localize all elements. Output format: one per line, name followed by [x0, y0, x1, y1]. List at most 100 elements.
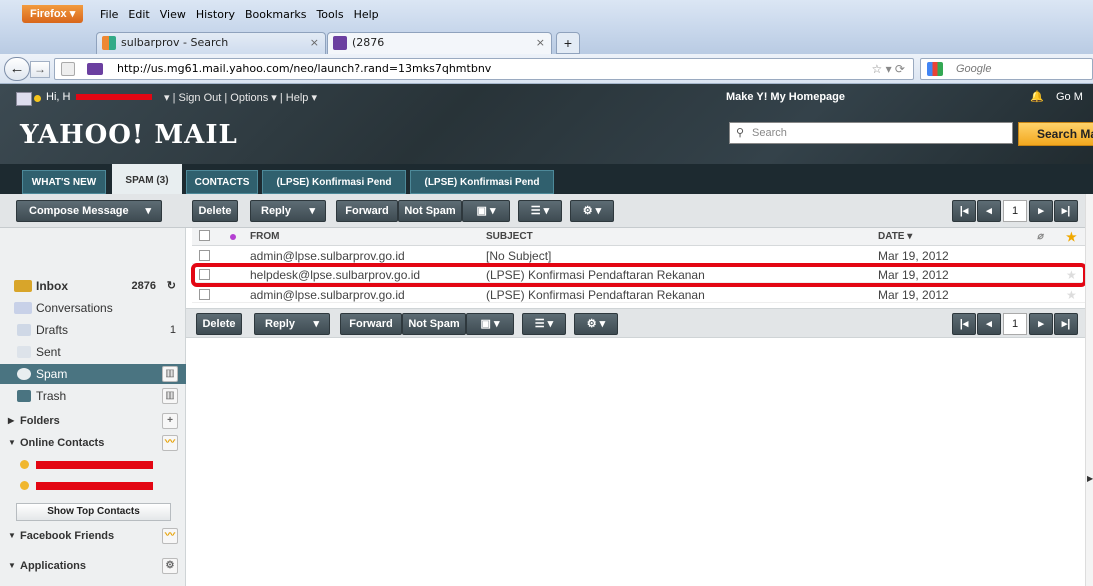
tab-close-icon[interactable]: ×: [310, 33, 319, 53]
move-folder-icon[interactable]: ▣ ▾: [462, 200, 510, 222]
add-folder-icon[interactable]: +: [162, 413, 178, 429]
last-page-icon[interactable]: ▸|: [1054, 200, 1078, 222]
settings-gear-icon[interactable]: ⚙ ▾: [570, 200, 614, 222]
next-page-icon[interactable]: ▸: [1029, 200, 1053, 222]
tab-close-icon[interactable]: ×: [536, 33, 545, 53]
forward-button-mail[interactable]: Forward: [336, 200, 398, 222]
list-item[interactable]: admin@lpse.sulbarprov.go.id (LPSE) Konfi…: [192, 287, 1085, 303]
tab-yahoo-mail[interactable]: (2876 ×: [327, 32, 552, 54]
menu-view[interactable]: View: [160, 8, 186, 21]
spam-shield-icon: [17, 368, 31, 380]
select-all-checkbox[interactable]: [199, 230, 210, 241]
sidebar-item-trash[interactable]: Trash ▥: [0, 386, 186, 406]
sidebar-item-conversations[interactable]: Conversations: [0, 298, 186, 318]
bookmark-star-icon[interactable]: ☆ ▾ ⟳: [871, 62, 905, 76]
not-spam-button-bottom[interactable]: Not Spam: [402, 313, 466, 335]
reply-button-bottom[interactable]: Reply ▾: [254, 313, 330, 335]
reply-button[interactable]: Reply ▾: [250, 200, 326, 222]
reply-dropdown-icon[interactable]: ▾: [313, 314, 319, 334]
tab-lpse-message-2[interactable]: (LPSE) Konfirmasi Pend: [410, 170, 554, 194]
first-page-icon[interactable]: |◂: [952, 313, 976, 335]
menu-file[interactable]: File: [100, 8, 118, 21]
tab-spam[interactable]: SPAM (3): [112, 164, 182, 194]
make-homepage-link[interactable]: Make Y! My Homepage: [726, 91, 845, 103]
new-tab-button[interactable]: +: [556, 32, 580, 54]
go-mail-link[interactable]: Go M: [1056, 91, 1083, 103]
firefox-menu-button[interactable]: Firefox ▾: [22, 5, 84, 23]
mail-search-input[interactable]: ⚲ Search: [729, 122, 1013, 144]
url-bar[interactable]: http://us.mg61.mail.yahoo.com/neo/launch…: [54, 58, 914, 80]
menu-edit[interactable]: Edit: [128, 8, 149, 21]
view-options-icon[interactable]: ☰ ▾: [518, 200, 562, 222]
prev-page-icon[interactable]: ◂: [977, 200, 1001, 222]
back-button[interactable]: ←: [4, 57, 30, 81]
page-number[interactable]: 1: [1003, 200, 1027, 222]
row-checkbox[interactable]: [199, 250, 210, 261]
sidebar-facebook-header[interactable]: ▼ Facebook Friends 〰: [0, 526, 186, 546]
tab-sulbarprov-search[interactable]: sulbarprov - Search ×: [96, 32, 326, 54]
browser-search-box[interactable]: Google: [920, 58, 1093, 80]
options-menu[interactable]: Options: [230, 92, 268, 104]
sidebar-item-spam[interactable]: Spam ▥: [0, 364, 186, 384]
from-column-header[interactable]: FROM: [250, 228, 279, 246]
help-menu[interactable]: Help: [286, 92, 309, 104]
search-mail-button[interactable]: Search Ma: [1018, 122, 1093, 146]
scroll-arrow-icon[interactable]: ▶: [1087, 474, 1093, 483]
show-top-contacts-button[interactable]: Show Top Contacts: [16, 503, 171, 521]
menu-history[interactable]: History: [196, 8, 235, 21]
url-text[interactable]: http://us.mg61.mail.yahoo.com/neo/launch…: [117, 62, 491, 75]
date-column-header[interactable]: DATE ▾: [878, 228, 912, 246]
delete-button[interactable]: Delete: [192, 200, 238, 222]
sidebar-applications-header[interactable]: ▼ Applications ⚙: [0, 556, 186, 576]
row-from: admin@lpse.sulbarprov.go.id: [250, 288, 405, 302]
subject-column-header[interactable]: SUBJECT: [486, 228, 533, 246]
refresh-icon[interactable]: ↻: [167, 276, 176, 296]
first-page-icon[interactable]: |◂: [952, 200, 976, 222]
star-icon[interactable]: ★: [1066, 287, 1077, 303]
settings-gear-icon[interactable]: ⚙ ▾: [574, 313, 618, 335]
tab-whats-new[interactable]: WHAT'S NEW: [22, 170, 106, 194]
sidebar-item-drafts[interactable]: Drafts 1: [0, 320, 186, 340]
reply-dropdown-icon[interactable]: ▾: [309, 201, 315, 221]
facebook-icon[interactable]: 〰: [162, 528, 178, 544]
delete-button-bottom[interactable]: Delete: [196, 313, 242, 335]
messenger-icon[interactable]: 〰: [162, 435, 178, 451]
next-page-icon[interactable]: ▸: [1029, 313, 1053, 335]
tab-lpse-message-1[interactable]: (LPSE) Konfirmasi Pend: [262, 170, 406, 194]
tab-contacts[interactable]: CONTACTS: [186, 170, 258, 194]
sidebar-item-sent[interactable]: Sent: [0, 342, 186, 362]
scrollbar[interactable]: ▶: [1085, 194, 1093, 586]
sidebar-item-inbox[interactable]: Inbox 2876 ↻: [0, 276, 186, 296]
reply-label: Reply: [265, 318, 295, 330]
sidebar-online-contacts-header[interactable]: ▼ Online Contacts 〰: [0, 433, 186, 453]
prev-page-icon[interactable]: ◂: [977, 313, 1001, 335]
applications-gear-icon[interactable]: ⚙: [162, 558, 178, 574]
sidebar-folders-header[interactable]: ▶ Folders +: [0, 411, 186, 431]
empty-trash-icon[interactable]: ▥: [162, 388, 178, 404]
forward-button-bottom[interactable]: Forward: [340, 313, 402, 335]
compose-dropdown-icon[interactable]: ▾: [145, 201, 151, 221]
last-page-icon[interactable]: ▸|: [1054, 313, 1078, 335]
list-item[interactable]: admin@lpse.sulbarprov.go.id [No Subject]…: [192, 248, 1085, 264]
not-spam-button[interactable]: Not Spam: [398, 200, 462, 222]
notification-bell-icon[interactable]: 🔔: [1030, 90, 1044, 103]
menu-bookmarks[interactable]: Bookmarks: [245, 8, 306, 21]
greeting[interactable]: Hi, H: [46, 91, 70, 103]
forward-button[interactable]: →: [30, 61, 50, 78]
menu-tools[interactable]: Tools: [316, 8, 343, 21]
identity-icon[interactable]: [61, 62, 75, 76]
menu-help[interactable]: Help: [354, 8, 379, 21]
menu-bar: Firefox ▾ File Edit View History Bookmar…: [0, 0, 1093, 28]
compose-message-button[interactable]: Compose Message ▾: [16, 200, 162, 222]
date-header-label: DATE: [878, 231, 905, 242]
page-favicon-icon: [87, 63, 103, 75]
move-folder-icon[interactable]: ▣ ▾: [466, 313, 514, 335]
yahoo-mail-logo[interactable]: YAHOO! MAIL: [20, 120, 238, 150]
view-options-icon[interactable]: ☰ ▾: [522, 313, 566, 335]
sign-out-link[interactable]: Sign Out: [179, 92, 222, 104]
empty-spam-icon[interactable]: ▥: [162, 366, 178, 382]
row-checkbox[interactable]: [199, 289, 210, 300]
row-date: Mar 19, 2012: [878, 249, 949, 263]
page-number[interactable]: 1: [1003, 313, 1027, 335]
google-icon: [927, 62, 943, 76]
